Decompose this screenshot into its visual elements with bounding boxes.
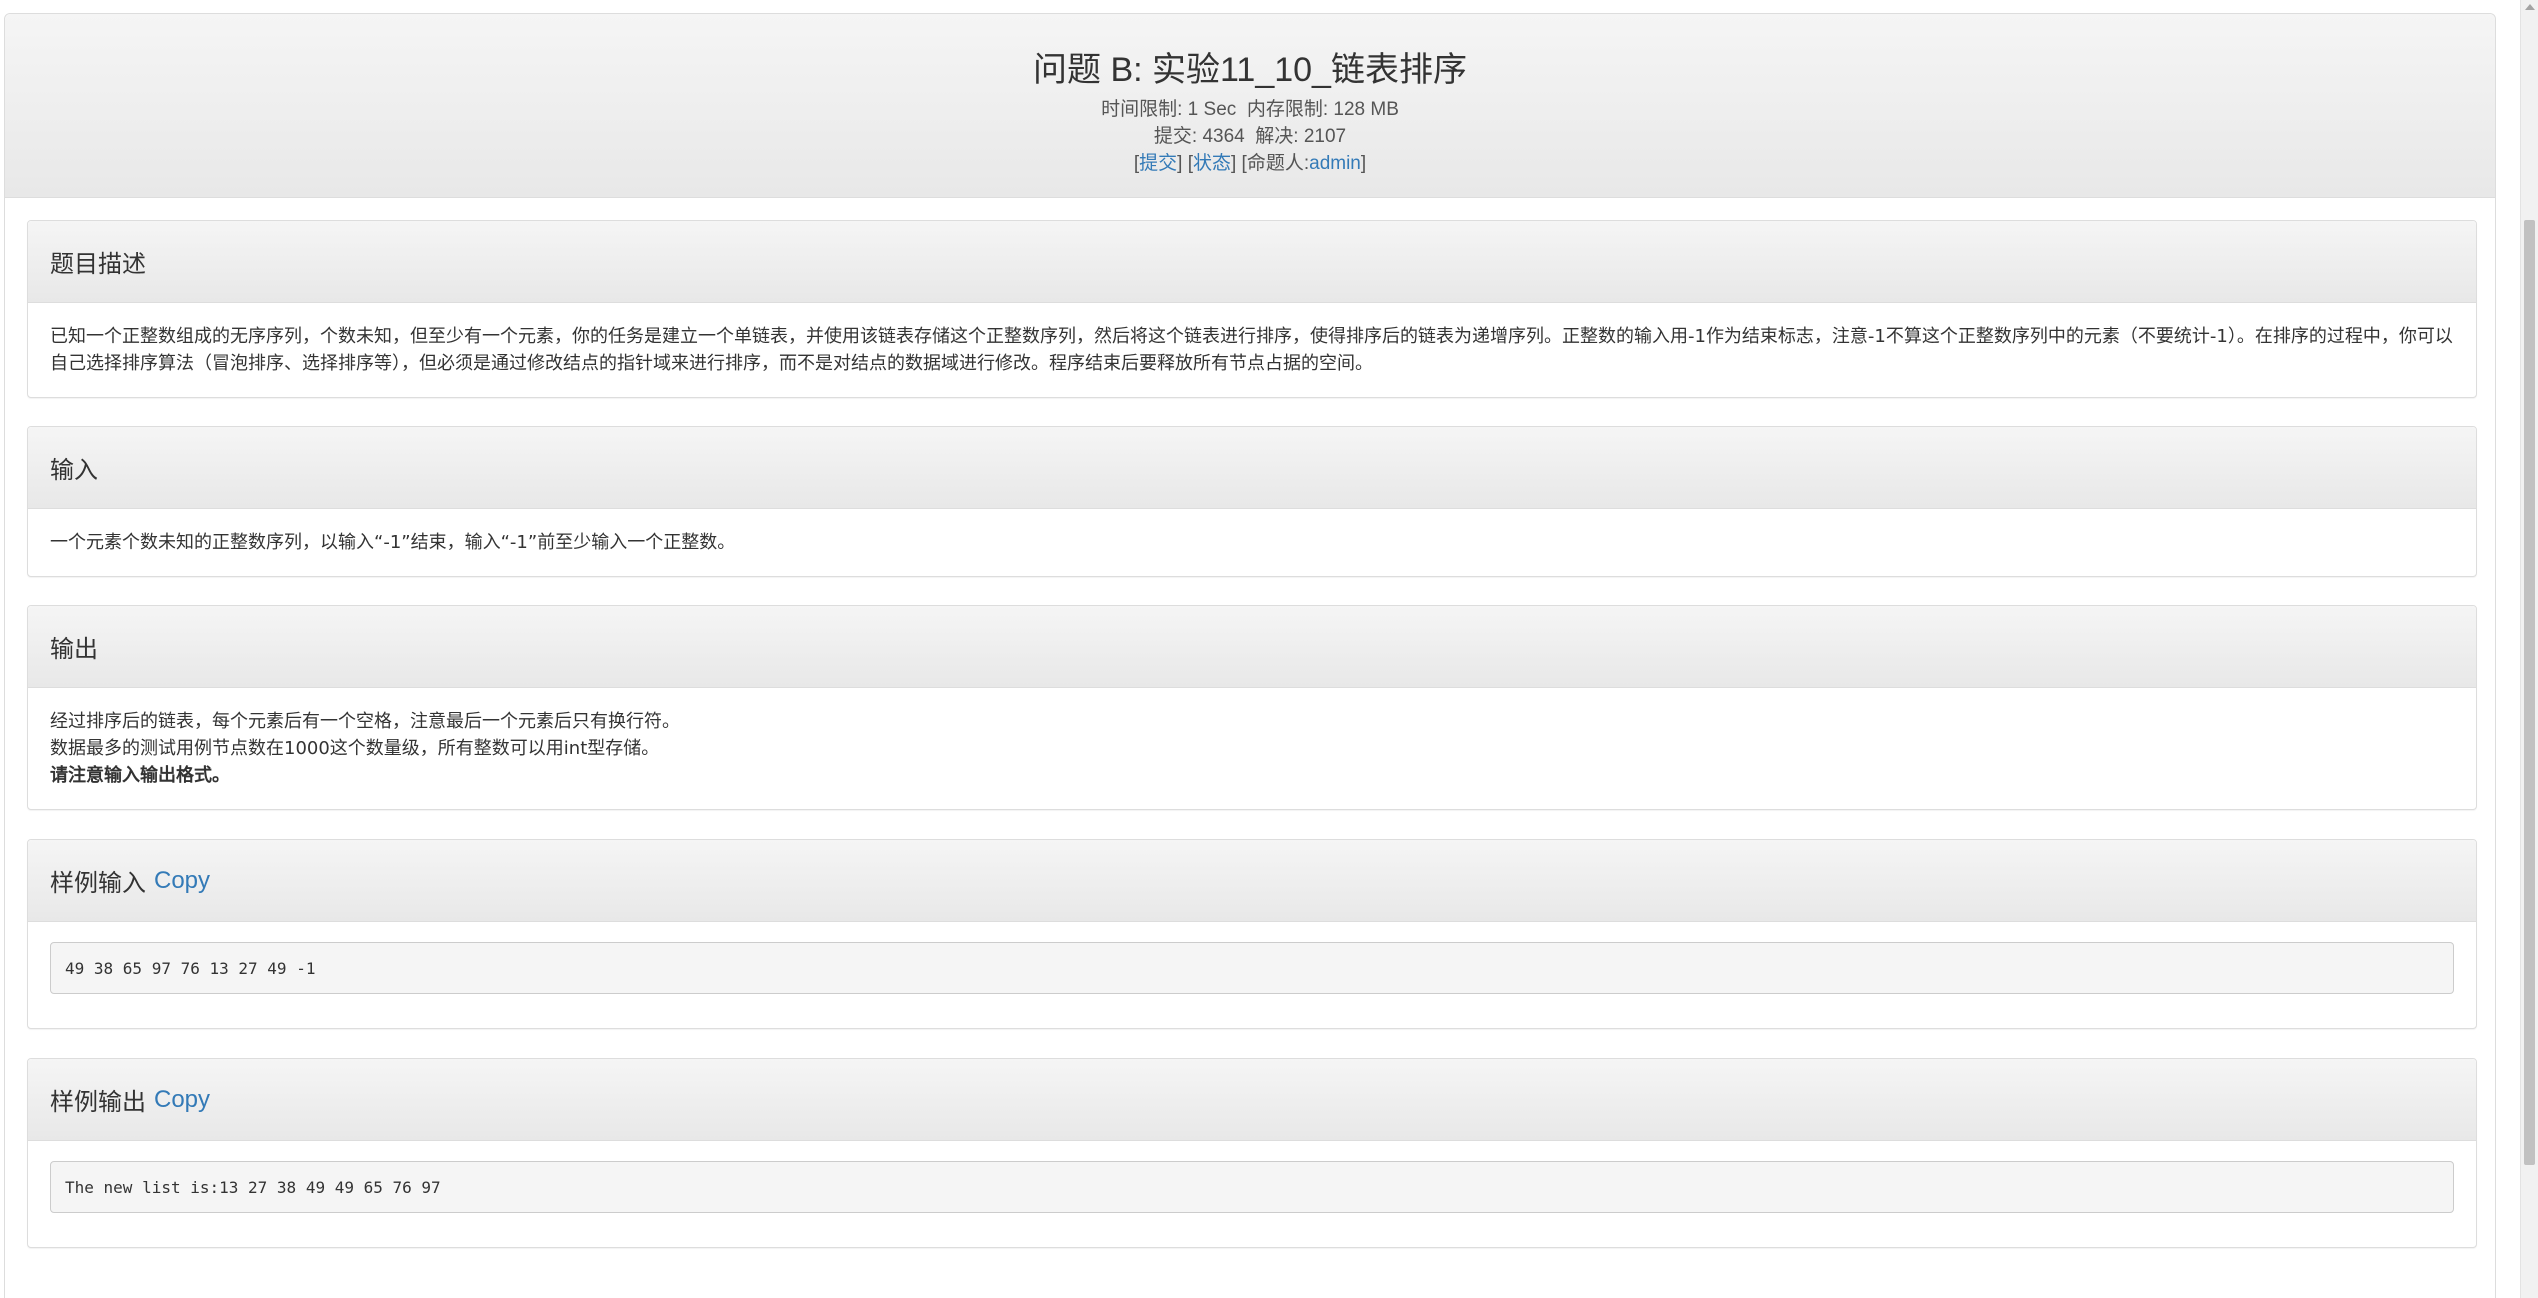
sample-output-copy-button[interactable]: Copy: [154, 1086, 210, 1114]
input-text: 一个元素个数未知的正整数序列，以输入“-1”结束，输入“-1”前至少输入一个正整…: [50, 532, 736, 553]
input-body: 一个元素个数未知的正整数序列，以输入“-1”结束，输入“-1”前至少输入一个正整…: [28, 509, 2476, 576]
sample-output-body: The new list is:13 27 38 49 49 65 76 97: [28, 1141, 2476, 1247]
browser-viewport: 问题 B: 实验11_10_链表排序 时间限制: 1 Sec 内存限制: 128…: [0, 0, 2538, 1298]
output-format-note: 请注意输入输出格式。: [50, 765, 230, 786]
author-link[interactable]: admin: [1309, 153, 1361, 174]
sample-output-panel: 样例输出 Copy The new list is:13 27 38 49 49…: [27, 1058, 2477, 1248]
input-heading: 输入: [28, 427, 2476, 509]
output-line-2: 数据最多的测试用例节点数在1000这个数量级，所有整数可以用int型存储。: [50, 738, 660, 759]
stats-text: 提交: 4364 解决: 2107: [1153, 126, 1347, 147]
description-heading: 题目描述: [28, 221, 2476, 303]
sample-input-code[interactable]: 49 38 65 97 76 13 27 49 -1: [50, 942, 2454, 994]
output-heading: 输出: [28, 606, 2476, 688]
problem-header: 问题 B: 实验11_10_链表排序 时间限制: 1 Sec 内存限制: 128…: [5, 14, 2495, 198]
sample-output-title: 样例输出: [50, 1088, 146, 1116]
sample-input-title: 样例输入: [50, 869, 146, 897]
limits-line: 时间限制: 1 Sec 内存限制: 128 MB: [5, 96, 2495, 123]
problem-title: 问题 B: 实验11_10_链表排序: [1033, 51, 1467, 89]
scroll-up-arrow-icon[interactable]: [2525, 4, 2535, 10]
sample-input-panel: 样例输入 Copy 49 38 65 97 76 13 27 49 -1: [27, 839, 2477, 1029]
submit-link[interactable]: 提交: [1139, 153, 1177, 174]
sample-output-heading: 样例输出 Copy: [28, 1059, 2476, 1141]
status-link[interactable]: 状态: [1193, 153, 1231, 174]
limits-text: 时间限制: 1 Sec 内存限制: 128 MB: [1101, 99, 1399, 120]
scrollbar-thumb[interactable]: [2524, 220, 2535, 1165]
output-body: 经过排序后的链表，每个元素后有一个空格，注意最后一个元素后只有换行符。 数据最多…: [28, 688, 2476, 809]
sample-output-code[interactable]: The new list is:13 27 38 49 49 65 76 97: [50, 1161, 2454, 1213]
problem-links: [提交] [状态] [命题人:admin]: [1133, 153, 1367, 174]
input-panel: 输入 一个元素个数未知的正整数序列，以输入“-1”结束，输入“-1”前至少输入一…: [27, 426, 2477, 577]
output-line-1: 经过排序后的链表，每个元素后有一个空格，注意最后一个元素后只有换行符。: [50, 711, 680, 732]
output-panel: 输出 经过排序后的链表，每个元素后有一个空格，注意最后一个元素后只有换行符。 数…: [27, 605, 2477, 810]
description-text: 已知一个正整数组成的无序序列，个数未知，但至少有一个元素，你的任务是建立一个单链…: [50, 326, 2453, 374]
sample-input-heading: 样例输入 Copy: [28, 840, 2476, 922]
author-label: 命题人:: [1246, 153, 1310, 174]
description-body: 已知一个正整数组成的无序序列，个数未知，但至少有一个元素，你的任务是建立一个单链…: [28, 303, 2476, 397]
stats-line: 提交: 4364 解决: 2107: [5, 123, 2495, 150]
problem-page: 问题 B: 实验11_10_链表排序 时间限制: 1 Sec 内存限制: 128…: [0, 0, 2520, 1298]
description-panel: 题目描述 已知一个正整数组成的无序序列，个数未知，但至少有一个元素，你的任务是建…: [27, 220, 2477, 398]
problem-container: 问题 B: 实验11_10_链表排序 时间限制: 1 Sec 内存限制: 128…: [4, 13, 2496, 1298]
vertical-scrollbar[interactable]: [2520, 0, 2538, 1298]
sample-input-copy-button[interactable]: Copy: [154, 867, 210, 895]
sample-input-body: 49 38 65 97 76 13 27 49 -1: [28, 922, 2476, 1028]
